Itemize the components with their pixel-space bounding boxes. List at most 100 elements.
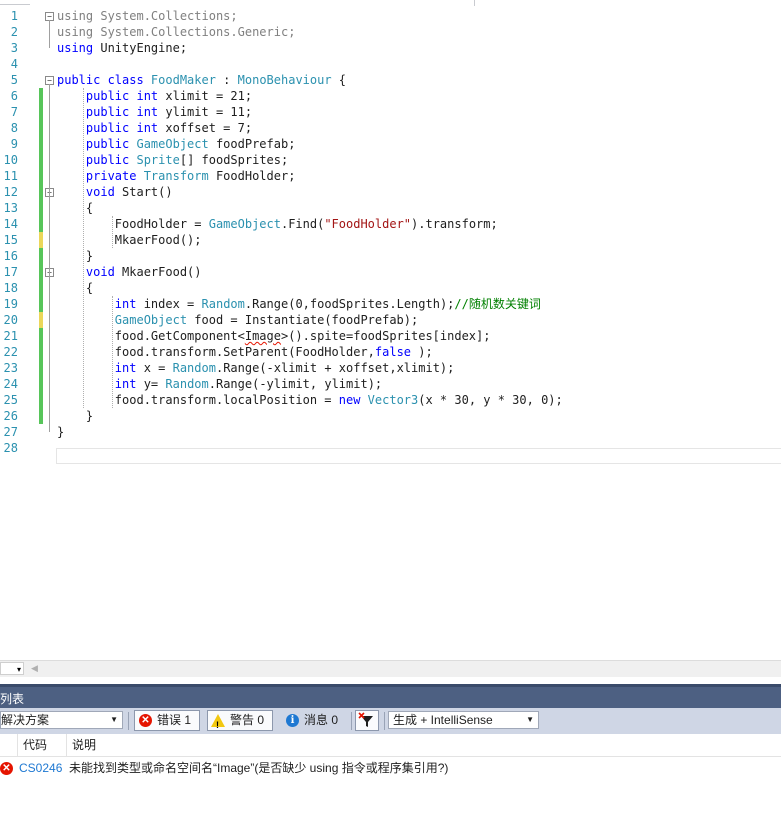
- indent-guide: [111, 216, 113, 248]
- line-number: 20: [3, 313, 18, 327]
- saved-change-marker: [39, 328, 43, 344]
- code-token: {: [57, 201, 94, 215]
- code-line[interactable]: 24 int y= Random.Range(-ylimit, ylimit);: [0, 376, 781, 392]
- code-line[interactable]: 23 int x = Random.Range(-xlimit + xoffse…: [0, 360, 781, 376]
- code-line[interactable]: 26 }: [0, 408, 781, 424]
- code-token: public int: [57, 121, 159, 135]
- saved-change-marker: [39, 248, 43, 264]
- code-line[interactable]: 2 using System.Collections.Generic;: [0, 24, 781, 40]
- code-token: {: [331, 73, 347, 87]
- code-line[interactable]: 5− public class FoodMaker : MonoBehaviour…: [0, 72, 781, 88]
- column-header-description[interactable]: 说明: [66, 734, 781, 756]
- warning-icon: !: [211, 714, 225, 730]
- code-line[interactable]: 11 private Transform FoodHolder;: [0, 168, 781, 184]
- code-token: MkaerFood();: [57, 233, 202, 247]
- code-token: ).transform;: [411, 217, 498, 231]
- code-token: Transform: [143, 169, 209, 183]
- current-line-highlight: [56, 448, 781, 464]
- saved-change-marker: [39, 392, 43, 408]
- line-number: 26: [3, 409, 18, 423]
- code-token: //随机数关键词: [454, 297, 541, 311]
- error-code-link[interactable]: CS0246: [19, 758, 62, 778]
- error-list-header: 代码 说明: [0, 734, 781, 757]
- code-text: {: [57, 200, 93, 216]
- code-token: [] foodSprites;: [179, 153, 289, 167]
- code-token: FoodHolder =: [57, 217, 209, 231]
- code-token: Sprite: [136, 153, 180, 167]
- line-number: 11: [3, 169, 18, 183]
- code-token: Random: [201, 297, 245, 311]
- code-line[interactable]: 6 public int xlimit = 21;: [0, 88, 781, 104]
- code-line[interactable]: 4: [0, 56, 781, 72]
- clear-filter-button[interactable]: [355, 710, 379, 731]
- scope-dropdown-value: 解决方案: [1, 713, 50, 727]
- code-line[interactable]: 7 public int ylimit = 11;: [0, 104, 781, 120]
- code-line[interactable]: 16 }: [0, 248, 781, 264]
- code-token: void: [57, 185, 115, 199]
- code-line[interactable]: 3 using UnityEngine;: [0, 40, 781, 56]
- code-line[interactable]: 8 public int xoffset = 7;: [0, 120, 781, 136]
- build-filter-value: 生成 + IntelliSense: [393, 713, 493, 727]
- code-line[interactable]: 1− using System.Collections;: [0, 8, 781, 24]
- code-text: food.GetComponent<Image>().spite=foodSpr…: [57, 328, 491, 344]
- code-editor[interactable]: 1− using System.Collections; 2 using System…: [0, 8, 781, 658]
- code-line[interactable]: 22 food.transform.SetParent(FoodHolder,f…: [0, 344, 781, 360]
- line-number: 13: [3, 201, 18, 215]
- saved-change-marker: [39, 360, 43, 376]
- code-line[interactable]: 25 food.transform.localPosition = new Ve…: [0, 392, 781, 408]
- messages-filter-label: 消息 0: [304, 713, 339, 727]
- code-token: int: [57, 377, 137, 391]
- saved-change-marker: [39, 216, 43, 232]
- code-token: public: [57, 137, 137, 151]
- code-line[interactable]: 12− void Start(): [0, 184, 781, 200]
- code-line[interactable]: 20 GameObject food = Instantiate(foodPre…: [0, 312, 781, 328]
- line-number: 1: [10, 9, 18, 23]
- filter-clear-icon: [358, 712, 373, 727]
- table-row[interactable]: ✕ CS0246 未能找到类型或命名空间名“Image”(是否缺少 using …: [0, 758, 781, 778]
- zoom-dropdown[interactable]: ▾: [0, 662, 24, 675]
- fold-outline: [49, 20, 50, 48]
- code-token: GameObject: [136, 137, 209, 151]
- code-text: void MkaerFood(): [57, 264, 202, 280]
- line-number: 8: [10, 121, 18, 135]
- code-token: );: [411, 345, 433, 359]
- error-squiggle-token: Image: [244, 329, 281, 343]
- code-token: food.GetComponent<: [57, 329, 245, 343]
- code-line[interactable]: 27}: [0, 424, 781, 440]
- line-number: 25: [3, 393, 18, 407]
- build-filter-dropdown[interactable]: 生成 + IntelliSense ▼: [388, 711, 539, 729]
- code-line[interactable]: 9 public GameObject foodPrefab;: [0, 136, 781, 152]
- errors-filter-button[interactable]: ✕ 错误 1: [134, 710, 200, 731]
- error-description: 未能找到类型或命名空间名“Image”(是否缺少 using 指令或程序集引用?…: [69, 761, 449, 775]
- code-text: public int ylimit = 11;: [57, 104, 252, 120]
- code-token: using: [57, 25, 94, 39]
- code-token: Random: [165, 377, 209, 391]
- scope-dropdown[interactable]: 解决方案 ▼: [0, 711, 123, 729]
- messages-filter-button[interactable]: i 消息 0: [281, 710, 347, 731]
- code-text: int x = Random.Range(-xlimit + xoffset,x…: [57, 360, 455, 376]
- code-line[interactable]: 18 {: [0, 280, 781, 296]
- code-line[interactable]: 21 food.GetComponent<Image>().spite=food…: [0, 328, 781, 344]
- code-line[interactable]: 14 FoodHolder = GameObject.Find("FoodHol…: [0, 216, 781, 232]
- chevron-down-icon: ▼: [526, 715, 534, 724]
- code-token: public int: [57, 89, 159, 103]
- column-header-code[interactable]: 代码: [17, 734, 69, 756]
- fold-outline: [49, 276, 50, 416]
- line-number: 22: [3, 345, 18, 359]
- scroll-left-icon[interactable]: ◀: [31, 663, 38, 674]
- code-line[interactable]: 19 int index = Random.Range(0,foodSprite…: [0, 296, 781, 312]
- code-token: private: [57, 169, 144, 183]
- code-line[interactable]: 10 public Sprite[] foodSprites;: [0, 152, 781, 168]
- indent-guide: [82, 88, 84, 408]
- code-token: void: [57, 265, 115, 279]
- code-token: "FoodHolder": [324, 217, 412, 231]
- code-line[interactable]: 13 {: [0, 200, 781, 216]
- code-token: public: [57, 153, 137, 167]
- code-line[interactable]: 15 MkaerFood();: [0, 232, 781, 248]
- code-line[interactable]: 17− void MkaerFood(): [0, 264, 781, 280]
- warnings-filter-button[interactable]: ! 警告 0: [207, 710, 273, 731]
- toolbar-separator: [351, 712, 352, 730]
- document-tab[interactable]: [0, 0, 30, 5]
- error-icon: ✕: [139, 714, 152, 727]
- toolbar-separator: [128, 712, 129, 730]
